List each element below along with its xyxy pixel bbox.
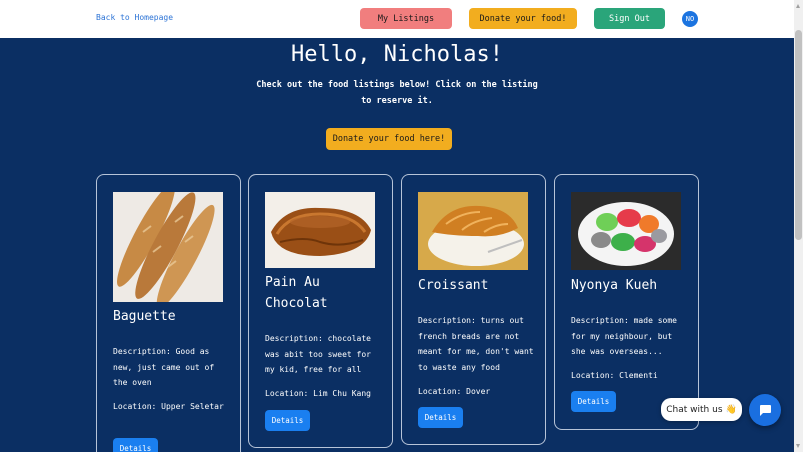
details-button[interactable]: Details	[571, 391, 616, 412]
page-scrollbar[interactable]	[794, 0, 803, 452]
listing-description: Description: chocolate was abit too swee…	[265, 334, 371, 374]
details-button[interactable]: Details	[418, 407, 463, 428]
chat-with-us-label[interactable]: Chat with us 👋	[661, 398, 742, 421]
chat-bubble-icon	[760, 405, 771, 416]
top-navbar: Back to Homepage My Listings Donate your…	[0, 0, 794, 38]
chat-button[interactable]	[749, 394, 781, 426]
listing-card-pain-au-chocolat[interactable]: Pain Au Chocolat Description: chocolate …	[248, 174, 393, 448]
listing-card-croissant[interactable]: Croissant Description: turns out french …	[401, 174, 546, 445]
listing-location: Location: Clementi	[571, 371, 658, 380]
listing-title: Pain Au Chocolat	[265, 275, 328, 311]
listing-description: Description: made some for my neighbour,…	[571, 316, 677, 356]
details-button[interactable]: Details	[265, 410, 310, 431]
listing-title: Croissant	[418, 278, 489, 293]
sign-out-button[interactable]: Sign Out	[594, 8, 665, 29]
listing-location: Location: Lim Chu Kang	[265, 389, 371, 398]
donate-food-nav-button[interactable]: Donate your food!	[469, 8, 577, 29]
back-to-homepage-link[interactable]: Back to Homepage	[96, 13, 173, 22]
listing-card-nyonya-kueh[interactable]: Nyonya Kueh Description: made some for m…	[554, 174, 699, 430]
details-button[interactable]: Details	[113, 438, 158, 452]
scroll-thumb[interactable]	[795, 30, 802, 240]
scroll-down-icon[interactable]	[796, 444, 800, 448]
listing-title: Baguette	[113, 309, 176, 324]
listing-title: Nyonya Kueh	[571, 278, 658, 293]
chat-label-text: Chat with us	[666, 404, 723, 415]
donate-food-here-button[interactable]: Donate your food here!	[326, 128, 452, 150]
user-avatar[interactable]: NO	[682, 11, 698, 27]
listing-card-baguette[interactable]: Baguette Description: Good as new, just …	[96, 174, 241, 452]
page-greeting: Hello, Nicholas!	[291, 42, 503, 67]
nyonya-kueh-image	[571, 192, 681, 270]
listing-location: Location: Upper Seletar	[113, 402, 224, 411]
listing-description: Description: Good as new, just came out …	[113, 347, 215, 387]
baguette-image	[113, 192, 223, 302]
page-subtitle: Check out the food listings below! Click…	[256, 80, 538, 106]
croissant-image	[418, 192, 528, 270]
listing-location: Location: Dover	[418, 387, 491, 396]
listing-description: Description: turns out french breads are…	[418, 316, 534, 372]
waving-hand-icon: 👋	[725, 404, 737, 415]
scroll-up-icon[interactable]	[796, 4, 800, 8]
pain-au-chocolat-image	[265, 192, 375, 268]
my-listings-button[interactable]: My Listings	[360, 8, 452, 29]
